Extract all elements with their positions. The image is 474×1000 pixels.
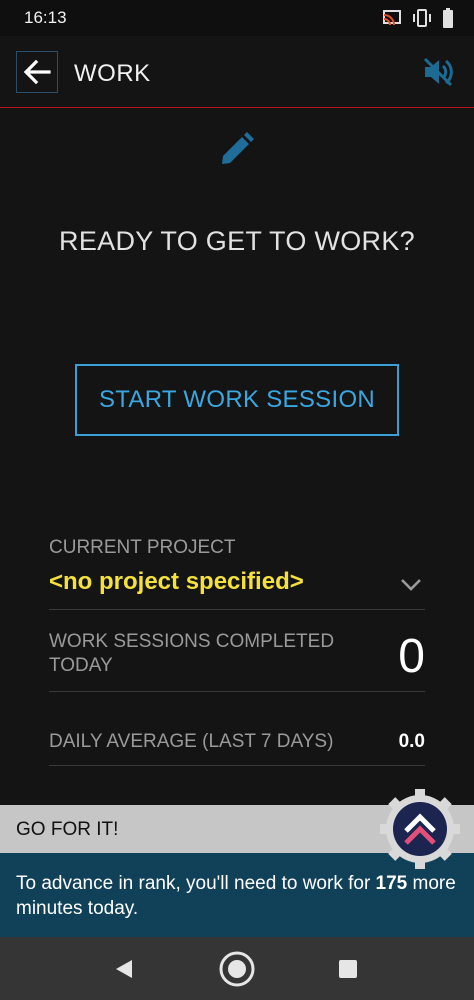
banner-heading: GO FOR IT! bbox=[16, 819, 119, 840]
battery-icon bbox=[443, 8, 453, 28]
volume-off-icon bbox=[423, 57, 453, 87]
sessions-completed-row: WORK SESSIONS COMPLETED TODAY 0 bbox=[49, 610, 425, 692]
vibrate-icon bbox=[413, 9, 431, 27]
back-button[interactable] bbox=[16, 51, 58, 93]
banner-minutes: 175 bbox=[375, 873, 408, 894]
chevron-down-icon bbox=[401, 579, 421, 591]
rank-badge-icon[interactable] bbox=[378, 787, 462, 871]
sessions-completed-value: 0 bbox=[398, 630, 425, 683]
page-title: WORK bbox=[74, 60, 151, 87]
current-project-label: CURRENT PROJECT bbox=[49, 537, 236, 558]
status-bar: 16:13 bbox=[0, 0, 474, 36]
mute-button[interactable] bbox=[420, 54, 456, 90]
start-work-session-button[interactable]: START WORK SESSION bbox=[75, 364, 399, 436]
nav-home-icon[interactable] bbox=[218, 950, 256, 988]
status-time: 16:13 bbox=[24, 8, 67, 27]
status-icons bbox=[382, 8, 454, 28]
daily-average-row: DAILY AVERAGE (LAST 7 DAYS) 0.0 bbox=[49, 692, 425, 766]
nav-back-icon[interactable] bbox=[112, 957, 136, 981]
nav-recents-icon[interactable] bbox=[338, 959, 358, 979]
daily-average-value: 0.0 bbox=[398, 731, 425, 752]
current-project-value: <no project specified> bbox=[49, 568, 304, 595]
current-project-selector[interactable]: CURRENT PROJECT <no project specified> bbox=[49, 534, 425, 610]
app-bar: WORK bbox=[0, 36, 474, 108]
system-nav-bar bbox=[0, 937, 474, 1000]
ready-prompt: READY TO GET TO WORK? bbox=[59, 226, 415, 256]
daily-average-label: DAILY AVERAGE (LAST 7 DAYS) bbox=[49, 731, 334, 752]
arrow-left-icon bbox=[23, 59, 51, 85]
banner-message: To advance in rank, you'll need to work … bbox=[16, 871, 456, 921]
banner-message-prefix: To advance in rank, you'll need to work … bbox=[16, 873, 376, 894]
sessions-completed-label: WORK SESSIONS COMPLETED TODAY bbox=[49, 631, 335, 676]
cast-icon bbox=[383, 10, 401, 26]
pencil-icon bbox=[222, 132, 254, 164]
